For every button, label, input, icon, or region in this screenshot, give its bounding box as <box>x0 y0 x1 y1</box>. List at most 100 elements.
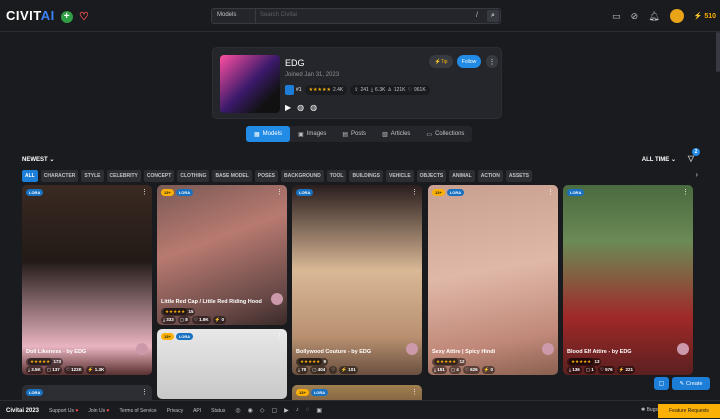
model-preview-image <box>292 185 422 375</box>
footer-link-terms[interactable]: Terms of Service <box>119 408 156 414</box>
category-chip[interactable]: CLOTHING <box>177 170 210 182</box>
model-type-badge: LORA <box>26 389 44 396</box>
tip-button[interactable]: ⚡ Tip <box>429 55 453 68</box>
card-menu-icon[interactable]: ⋮ <box>141 388 148 396</box>
profile-card: EDG Joined Jan 31, 2023 ⚡ Tip Follow ⋮ #1… <box>212 47 502 119</box>
instagram-icon[interactable]: ▢ <box>271 407 277 414</box>
creator-avatar[interactable] <box>136 343 148 355</box>
model-card[interactable]: 13+ LORA ⋮ <box>157 329 287 399</box>
website-link-icon[interactable]: ◍ <box>297 103 304 112</box>
heart-icon: ♥ <box>106 407 110 414</box>
tab-articles[interactable]: ▧ Articles <box>374 126 418 142</box>
github-icon[interactable]: ◎ <box>235 407 240 414</box>
category-chip[interactable]: POSES <box>254 170 279 182</box>
model-title: Bollywood Couture - by EDG <box>296 349 372 355</box>
reddit-icon[interactable]: ◌ <box>306 407 310 414</box>
search-bar[interactable]: Models Search Civitai / ⌕ <box>211 8 501 24</box>
video-link-icon[interactable]: ▶ <box>285 103 291 112</box>
card-menu-icon[interactable]: ⋮ <box>411 188 418 196</box>
model-card[interactable]: 13+ LORA ⋮ Sexy Attire | Spicy Hindi ★★★★★ 1… <box>428 185 558 375</box>
rating-stat: ★★★★★ 13 <box>567 358 602 366</box>
category-chip[interactable]: ALL <box>22 170 38 182</box>
category-chip[interactable]: BASE MODEL <box>212 170 252 182</box>
category-chip[interactable]: STYLE <box>81 170 104 182</box>
buzz-stat: ⚡ 101 <box>339 366 358 374</box>
notification-bell-icon[interactable]: 🔔︎ <box>648 11 659 22</box>
chat-icon: ▢ <box>658 381 665 387</box>
civitai-logo[interactable]: CIVITAI + ♡ <box>6 8 89 23</box>
bugs-link[interactable]: ✱ Bugs <box>641 407 658 413</box>
follow-button[interactable]: Follow <box>457 55 481 68</box>
globe-link-icon[interactable]: ◍ <box>310 103 317 112</box>
category-chip[interactable]: CHARACTER <box>40 170 79 182</box>
category-chip[interactable]: TOOL <box>326 170 347 182</box>
create-button[interactable]: ✎ Create <box>672 377 710 390</box>
card-menu-icon[interactable]: ⋮ <box>141 188 148 196</box>
creator-avatar[interactable] <box>271 293 283 305</box>
tab-images[interactable]: ▣ Images <box>290 126 334 142</box>
category-chip[interactable]: CELEBRITY <box>106 170 141 182</box>
tab-collections[interactable]: ▭ Collections <box>418 126 472 142</box>
youtube-icon[interactable]: ▶ <box>284 407 289 414</box>
footer-link-privacy[interactable]: Privacy <box>167 408 183 414</box>
tiktok-icon[interactable]: ♪ <box>296 407 299 414</box>
search-type-select[interactable]: Models <box>212 9 256 23</box>
plus-icon[interactable]: + <box>60 10 73 23</box>
card-menu-icon[interactable]: ⋮ <box>547 188 554 196</box>
creator-avatar[interactable] <box>406 343 418 355</box>
rating-stat: ★★★★★ 9 <box>296 358 328 366</box>
heart-icon[interactable]: ♡ <box>79 11 89 23</box>
category-chip[interactable]: BUILDINGS <box>349 170 383 182</box>
upload-count-icon: ⇪ <box>354 87 359 93</box>
chevron-right-icon[interactable]: › <box>695 170 698 179</box>
model-card[interactable]: LORA ⋮ Doll Likeness - by EDG ★★★★★ 173 ⤓ 3.… <box>22 185 152 375</box>
model-type-badge: LORA <box>296 189 314 196</box>
footer-link-support[interactable]: Support Us ♥ <box>49 408 78 414</box>
folder-icon: ▭ <box>426 131 433 138</box>
period-dropdown[interactable]: ALL TIME ⌄ <box>642 156 676 163</box>
downloads-stat: ⤓ 70 <box>296 366 309 374</box>
model-card[interactable]: 13+ LORA ⋮ Little Red Cap / Little Red Ridi… <box>157 185 287 325</box>
model-card[interactable]: LORA ⋮ Blood Elf Attire - by EDG ★★★★★ 13 ⤓ … <box>563 185 693 375</box>
card-menu-icon[interactable]: ⋮ <box>411 388 418 396</box>
search-icon[interactable]: ⌕ <box>487 10 499 22</box>
category-chip[interactable]: ACTION <box>477 170 503 182</box>
category-chip[interactable]: OBJECTS <box>416 170 447 182</box>
sort-dropdown[interactable]: NEWEST ⌄ <box>22 156 54 163</box>
twitter-icon[interactable]: ◇ <box>260 407 265 414</box>
filter-icon[interactable]: ▽ 2 <box>688 148 700 163</box>
category-chip[interactable]: ASSETS <box>505 170 532 182</box>
twitch-icon[interactable]: ▣ <box>316 407 322 414</box>
buzz-stat: ⚡ 0 <box>481 366 495 374</box>
search-input[interactable]: Search Civitai <box>260 12 297 18</box>
discord-icon[interactable]: ◉ <box>248 407 253 414</box>
brush-icon: ✎ <box>679 380 685 387</box>
tab-posts[interactable]: ▤ Posts <box>334 126 374 142</box>
feature-requests-button[interactable]: Feature Requests <box>658 404 720 418</box>
footer-link-status[interactable]: Status <box>211 408 225 414</box>
more-options-icon[interactable]: ⋮ <box>486 55 498 68</box>
category-chip[interactable]: BACKGROUND <box>281 170 324 182</box>
chat-button[interactable]: ▢ <box>654 377 669 390</box>
scrollbar[interactable] <box>716 32 720 72</box>
buzz-balance[interactable]: ⚡ 510 <box>694 12 716 20</box>
card-menu-icon[interactable]: ⋮ <box>682 188 689 196</box>
category-chip[interactable]: ANIMAL <box>449 170 475 182</box>
profile-tabs: ▦ Models ▣ Images ▤ Posts ▧ Articles ▭ Collec… <box>246 126 473 142</box>
upload-icon[interactable]: ▭ <box>612 11 621 22</box>
category-chip[interactable]: CONCEPT <box>143 170 175 182</box>
user-avatar[interactable] <box>669 9 684 23</box>
category-chip[interactable]: VEHICLE <box>385 170 414 182</box>
creator-avatar[interactable] <box>542 343 554 355</box>
downloads-stat: ⤓ 3.5K <box>26 366 43 374</box>
card-menu-icon[interactable]: ⋮ <box>276 188 283 196</box>
footer-link-join[interactable]: Join Us ♥ <box>88 408 109 414</box>
tab-models[interactable]: ▦ Models <box>246 126 291 142</box>
creator-avatar[interactable] <box>677 343 689 355</box>
downloads-stat: ⤓ 333 <box>161 316 176 324</box>
card-menu-icon[interactable]: ⋮ <box>276 332 283 340</box>
model-card[interactable]: LORA ⋮ Bollywood Couture - by EDG ★★★★★ 9 ⤓ … <box>292 185 422 375</box>
hide-eye-icon[interactable]: ⊘ <box>631 11 639 22</box>
star-icon: ★★★★★ <box>28 358 53 365</box>
footer-link-api[interactable]: API <box>193 408 201 414</box>
